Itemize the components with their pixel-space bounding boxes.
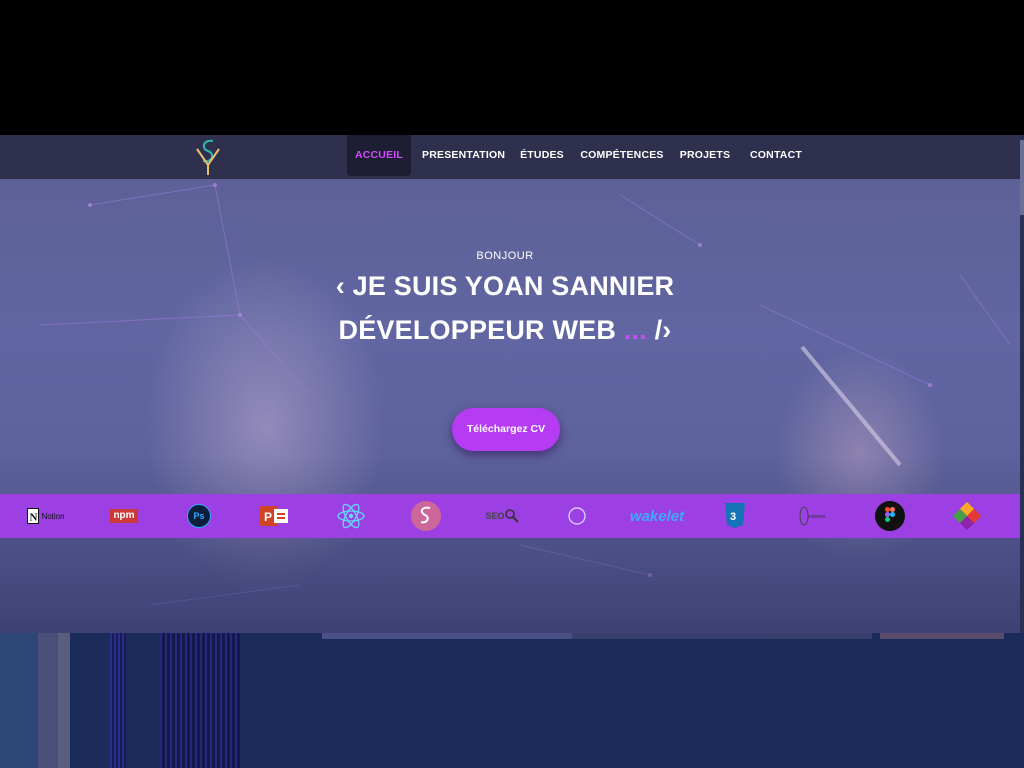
nav-presentation[interactable]: PRESENTATION [422, 135, 505, 176]
hero-title-line2: DÉVELOPPEUR WEB ... /› [0, 315, 1010, 346]
scrollbar-thumb[interactable] [1020, 140, 1024, 215]
powerpoint-icon: P [260, 494, 290, 538]
hero-section: ACCUEIL PRESENTATION ÉTUDES COMPÉTENCES … [0, 135, 1020, 633]
hero-title-close: /› [654, 315, 672, 345]
svg-text:express: express [808, 514, 826, 520]
hero-title-line1: ‹ JE SUIS YOAN SANNIER [335, 271, 675, 301]
bottom-stripe [38, 633, 58, 768]
diamond-logo-icon [950, 494, 984, 538]
download-cv-button[interactable]: Téléchargez CV [452, 408, 560, 451]
bottom-stripe [0, 633, 38, 768]
photoshop-icon: Ps [185, 494, 213, 538]
npm-icon: npm [106, 494, 142, 538]
nav-etudes[interactable]: ÉTUDES [516, 135, 568, 176]
top-black-area [0, 0, 1024, 135]
bottom-stripe [58, 633, 70, 768]
hero-greeting: BONJOUR [476, 250, 534, 262]
bottom-stripe [880, 633, 1004, 639]
svg-text:N: N [30, 512, 38, 524]
figma-icon [874, 494, 906, 538]
nav-competences[interactable]: COMPÉTENCES [580, 135, 664, 176]
tech-icons-band: N Notion npm Ps P SEO wakelet 3 express [0, 494, 1020, 538]
react-icon [336, 494, 366, 538]
bottom-section [0, 633, 1024, 768]
express-icon: express [796, 494, 828, 538]
logo-ys-icon[interactable] [193, 137, 223, 177]
nav-projets[interactable]: PROJETS [678, 135, 732, 176]
circle-logo-icon [566, 494, 588, 538]
bottom-stripe [160, 633, 240, 768]
navbar: ACCUEIL PRESENTATION ÉTUDES COMPÉTENCES … [0, 135, 1020, 179]
bottom-stripe [110, 633, 126, 768]
svg-text:3: 3 [730, 511, 736, 523]
hero-title-role: DÉVELOPPEUR WEB [338, 315, 617, 345]
wakelet-icon: wakelet [629, 507, 685, 525]
seo-icon: SEO [485, 494, 519, 538]
svg-text:P: P [264, 510, 272, 524]
bottom-stripe [322, 633, 572, 639]
bottom-stripe [572, 633, 872, 639]
notion-icon: N Notion [25, 494, 67, 538]
nav-accueil[interactable]: ACCUEIL [347, 135, 411, 176]
hero-bottom-shade [0, 455, 1020, 633]
sass-icon [410, 494, 442, 538]
nav-contact[interactable]: CONTACT [746, 135, 806, 176]
hero-title-dots: ... [623, 315, 647, 345]
css3-icon: 3 [723, 494, 747, 538]
